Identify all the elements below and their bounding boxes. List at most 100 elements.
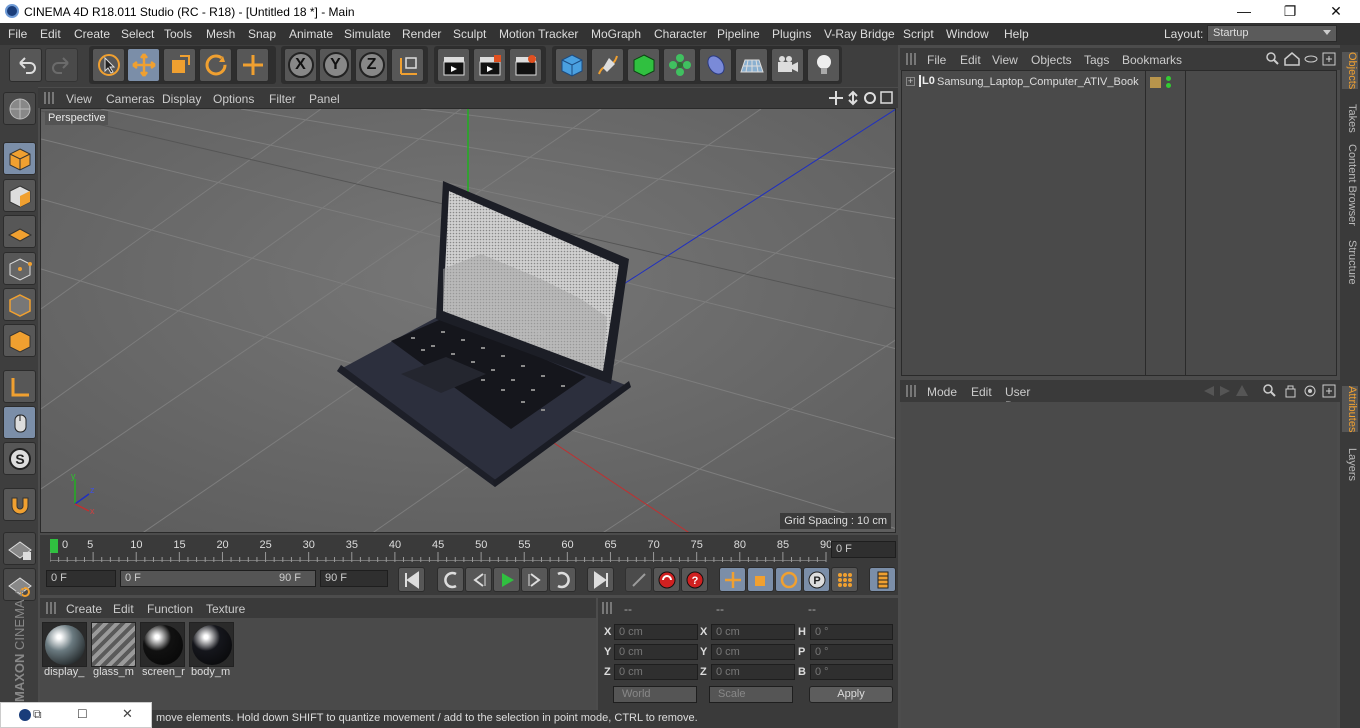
menu-create[interactable]: Create — [74, 27, 110, 41]
material-menu-function[interactable]: Function — [147, 602, 193, 616]
move-tool-button[interactable] — [127, 48, 160, 82]
light-object-button[interactable] — [807, 48, 840, 82]
expand-plus-icon[interactable]: + — [906, 77, 915, 86]
menu-select[interactable]: Select — [121, 27, 154, 41]
minimize-button[interactable]: — — [1221, 0, 1267, 23]
key-parameter-button[interactable]: P — [803, 567, 830, 592]
close-icon[interactable]: ✕ — [122, 706, 133, 722]
record-keys-button[interactable] — [653, 567, 680, 592]
object-name[interactable]: Samsung_Laptop_Computer_ATIV_Book — [937, 76, 1139, 88]
material-swatch[interactable] — [189, 622, 234, 667]
layout-select[interactable]: Startup — [1207, 25, 1337, 42]
motion-path-button[interactable] — [625, 567, 652, 592]
frame-range-slider[interactable]: 0 F 90 F — [120, 570, 316, 587]
recent-tool-button[interactable] — [236, 48, 269, 82]
menu-animate[interactable]: Animate — [289, 27, 333, 41]
menu-file[interactable]: File — [8, 27, 27, 41]
material-tag-icon[interactable] — [1150, 77, 1161, 88]
playhead-marker[interactable] — [50, 539, 58, 553]
camera-label[interactable]: Perspective — [45, 111, 109, 125]
menu-mesh[interactable]: Mesh — [206, 27, 235, 41]
rotate-tool-button[interactable] — [199, 48, 232, 82]
next-key-button[interactable] — [549, 567, 576, 592]
menu-render[interactable]: Render — [402, 27, 441, 41]
end-frame-field[interactable]: 90 F — [320, 570, 388, 587]
snapping-button[interactable]: S — [3, 442, 36, 475]
enable-axis-button[interactable] — [3, 370, 36, 403]
scale-tool-button[interactable] — [163, 48, 196, 82]
menu-edit[interactable]: Edit — [40, 27, 61, 41]
rotation-field[interactable]: 0 ° — [810, 664, 893, 680]
side-tab-layers[interactable]: Layers — [1342, 448, 1358, 481]
y-axis-lock-button[interactable]: Y — [319, 48, 352, 82]
size-field[interactable]: 0 cm — [711, 664, 795, 680]
object-menu-tags[interactable]: Tags — [1084, 53, 1109, 67]
go-to-end-button[interactable] — [587, 567, 614, 592]
object-row[interactable]: + L0 Samsung_Laptop_Computer_ATIV_Book — [902, 74, 1336, 92]
previous-key-button[interactable] — [437, 567, 464, 592]
subdivision-surface-button[interactable] — [627, 48, 660, 82]
menu-plugins[interactable]: Plugins — [772, 27, 811, 41]
size-mode-select[interactable]: Scale — [709, 686, 793, 703]
square-icon[interactable]: ☐ — [77, 707, 88, 721]
timeline-ruler[interactable]: 0 5 10 15 20 25 30 35 40 45 50 55 60 65 70 75 80 85 90 0 F — [40, 535, 898, 565]
menu-window[interactable]: Window — [946, 27, 989, 41]
render-view-button[interactable] — [437, 48, 470, 82]
3d-viewport[interactable]: SAMSUNG y z x Perspective Grid Spacing :… — [40, 108, 896, 533]
menu-mograph[interactable]: MoGraph — [591, 27, 641, 41]
attribute-menu-mode[interactable]: Mode — [927, 385, 957, 399]
render-settings-button[interactable] — [509, 48, 542, 82]
key-rotation-button[interactable] — [775, 567, 802, 592]
menu-simulate[interactable]: Simulate — [344, 27, 391, 41]
side-tab-objects[interactable]: Objects — [1342, 52, 1358, 90]
tweak-mode-button[interactable] — [3, 406, 36, 439]
menu-motion-tracker[interactable]: Motion Tracker — [499, 27, 578, 41]
start-frame-field[interactable]: 0 F — [46, 570, 116, 587]
next-frame-button[interactable] — [521, 567, 548, 592]
z-axis-lock-button[interactable]: Z — [355, 48, 388, 82]
position-field[interactable]: 0 cm — [614, 644, 698, 660]
texture-mode-button[interactable] — [3, 179, 36, 212]
viewport-menu-panel[interactable]: Panel — [309, 92, 340, 106]
material-menu-edit[interactable]: Edit — [113, 602, 134, 616]
viewport-menu-view[interactable]: View — [66, 92, 92, 106]
magnet-snap-button[interactable] — [3, 488, 36, 521]
menu-help[interactable]: Help — [1004, 27, 1029, 41]
size-field[interactable]: 0 cm — [711, 624, 795, 640]
menu-v-ray-bridge[interactable]: V-Ray Bridge — [824, 27, 895, 41]
restore-icon[interactable]: ⧉ — [33, 707, 42, 722]
timeline-settings-button[interactable] — [869, 567, 896, 592]
object-menu-objects[interactable]: Objects — [1031, 53, 1072, 67]
viewport-menu-options[interactable]: Options — [213, 92, 254, 106]
workplane-lock-button[interactable] — [3, 532, 36, 565]
floor-object-button[interactable] — [735, 48, 768, 82]
object-menu-edit[interactable]: Edit — [960, 53, 981, 67]
camera-object-button[interactable] — [771, 48, 804, 82]
menu-character[interactable]: Character — [654, 27, 707, 41]
workplane-mode-button[interactable] — [3, 215, 36, 248]
live-selection-button[interactable] — [92, 48, 125, 82]
cube-object-button[interactable] — [555, 48, 588, 82]
pen-spline-button[interactable] — [591, 48, 624, 82]
material-swatch[interactable] — [42, 622, 87, 667]
close-button[interactable]: ✕ — [1313, 0, 1359, 23]
menu-sculpt[interactable]: Sculpt — [453, 27, 486, 41]
key-position-button[interactable] — [719, 567, 746, 592]
material-swatch[interactable] — [140, 622, 185, 667]
material-swatch[interactable] — [91, 622, 136, 667]
play-button[interactable] — [493, 567, 520, 592]
key-pla-button[interactable] — [831, 567, 858, 592]
redo-button[interactable] — [45, 48, 78, 82]
coordinate-system-select[interactable]: World — [613, 686, 697, 703]
viewport-menu-cameras[interactable]: Cameras — [106, 92, 155, 106]
coordinate-system-button[interactable] — [391, 48, 424, 82]
current-frame-field[interactable]: 0 F — [831, 541, 896, 558]
position-field[interactable]: 0 cm — [614, 624, 698, 640]
edges-mode-button[interactable] — [3, 288, 36, 321]
attribute-menu-edit[interactable]: Edit — [971, 385, 992, 399]
object-menu-bookmarks[interactable]: Bookmarks — [1122, 53, 1182, 67]
model-mode-button[interactable] — [3, 142, 36, 175]
menu-snap[interactable]: Snap — [248, 27, 276, 41]
rotation-field[interactable]: 0 ° — [810, 624, 893, 640]
make-editable-button[interactable] — [3, 92, 36, 125]
